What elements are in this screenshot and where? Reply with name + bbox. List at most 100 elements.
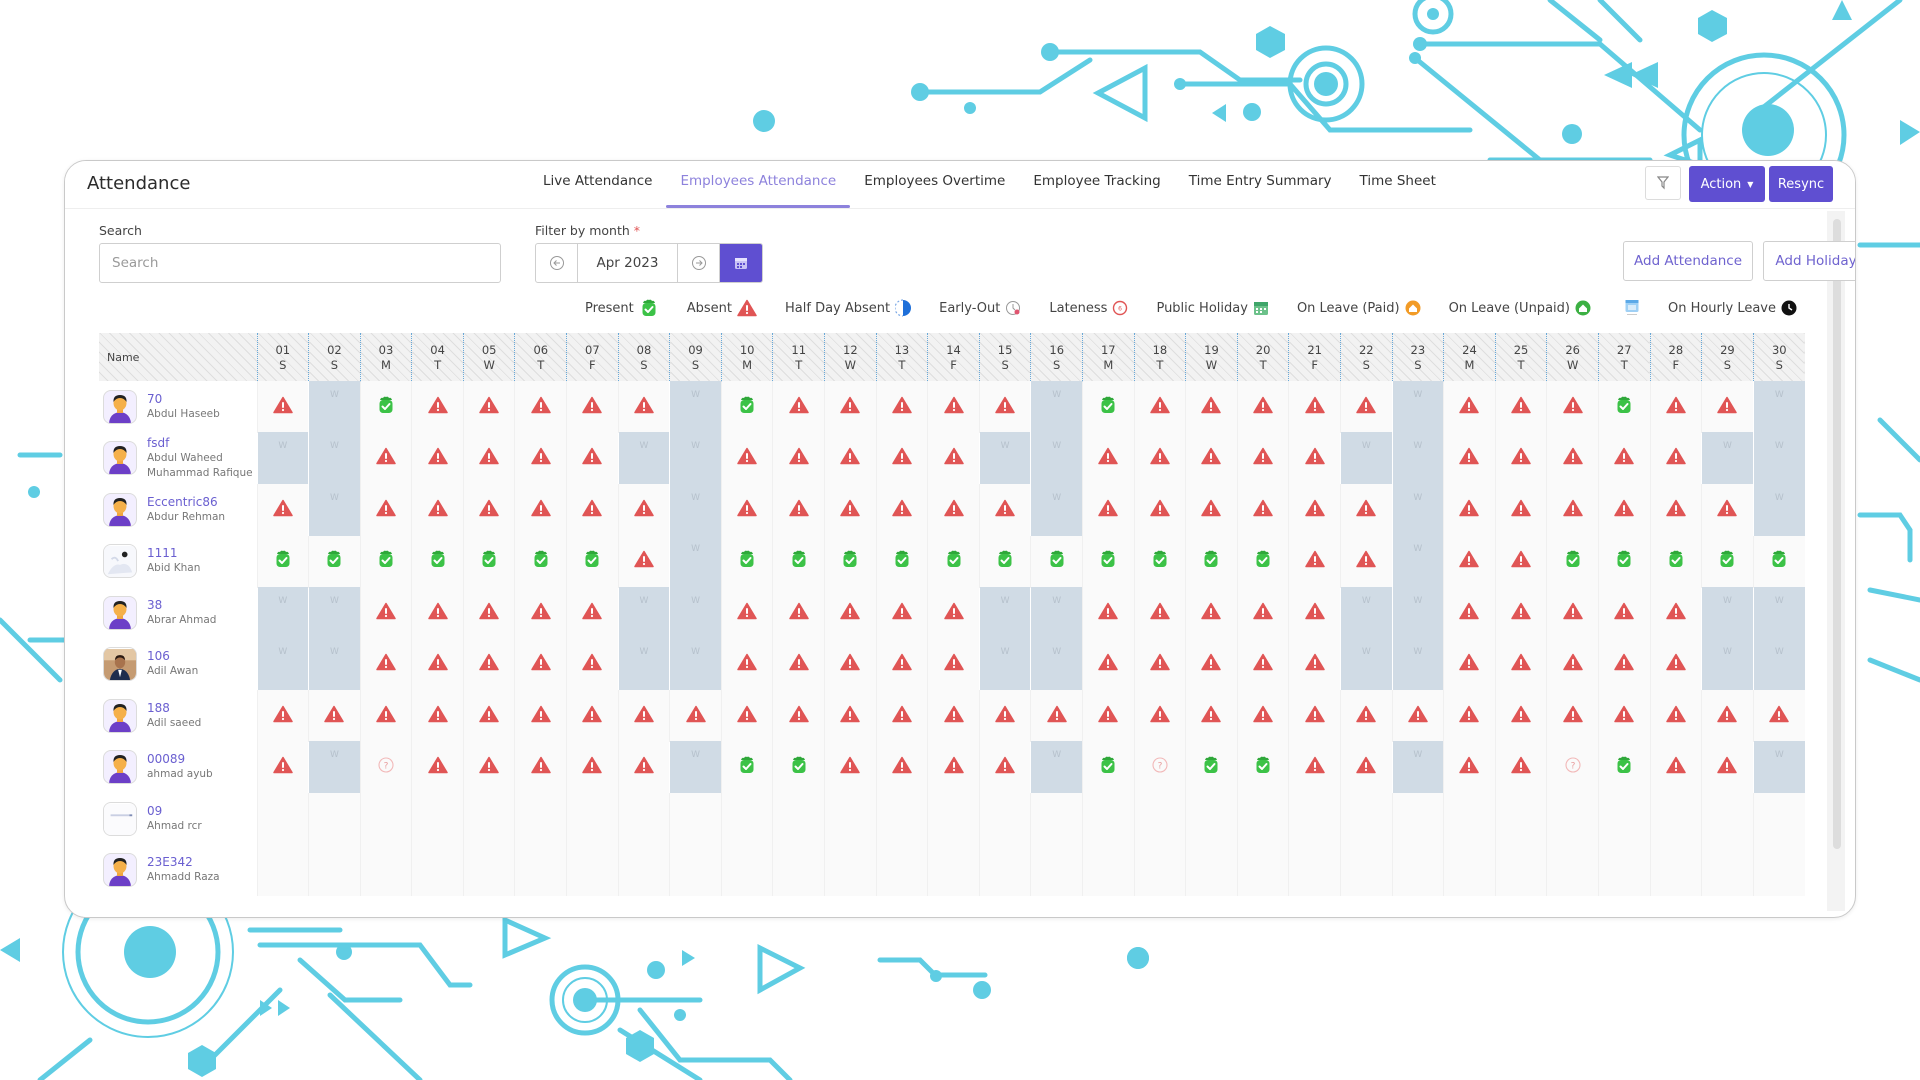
absent-cell[interactable] [1443,741,1496,793]
empty-cell[interactable] [978,793,1031,845]
absent-cell[interactable] [978,690,1031,742]
absent-cell[interactable] [514,741,567,793]
employee-id-link[interactable]: 70 [147,392,220,407]
absent-cell[interactable] [514,432,567,484]
absent-cell[interactable] [978,741,1031,793]
absent-cell[interactable] [1494,587,1547,639]
empty-cell[interactable] [1185,844,1238,896]
empty-cell[interactable] [1030,793,1083,845]
weekend-cell[interactable]: W [669,638,722,690]
present-cell[interactable] [1236,741,1289,793]
absent-cell[interactable] [1443,638,1496,690]
present-cell[interactable] [1133,535,1186,587]
empty-cell[interactable] [1391,844,1444,896]
empty-cell[interactable] [1494,793,1547,845]
empty-cell[interactable] [617,844,670,896]
absent-cell[interactable] [617,741,670,793]
empty-cell[interactable] [1649,844,1702,896]
absent-cell[interactable] [411,381,464,433]
absent-cell[interactable] [1443,535,1496,587]
avatar[interactable] [103,853,137,888]
avatar[interactable] [103,544,137,579]
absent-cell[interactable] [824,638,877,690]
present-cell[interactable] [256,535,309,587]
absent-cell[interactable] [514,587,567,639]
weekend-cell[interactable]: W [1391,638,1444,690]
empty-cell[interactable] [1494,844,1547,896]
employee-id-link[interactable]: 188 [147,701,201,716]
absent-cell[interactable] [720,638,773,690]
absent-cell[interactable] [1649,484,1702,536]
weekend-cell[interactable]: W [617,586,670,639]
empty-cell[interactable] [1339,793,1393,845]
unknown-cell[interactable]: ? [1546,741,1599,793]
weekend-cell[interactable]: W [256,638,309,690]
add-holiday-button[interactable]: Add Holiday [1763,241,1855,281]
avatar[interactable] [103,698,137,733]
absent-cell[interactable] [1701,381,1754,433]
absent-cell[interactable] [720,690,773,742]
employee-id-link[interactable]: 00089 [147,752,213,767]
weekend-cell[interactable]: W [1391,741,1444,793]
scrollbar-thumb[interactable] [1833,219,1841,849]
absent-cell[interactable] [772,484,825,536]
add-attendance-button[interactable]: Add Attendance [1623,241,1753,281]
absent-cell[interactable] [1546,432,1599,484]
empty-cell[interactable] [927,793,980,845]
absent-cell[interactable] [1597,638,1651,690]
empty-cell[interactable] [1443,793,1496,845]
search-input[interactable] [99,243,501,283]
absent-cell[interactable] [824,381,877,433]
weekend-cell[interactable]: W [1391,483,1444,536]
empty-cell[interactable] [256,844,309,896]
absent-cell[interactable] [875,741,928,793]
weekend-cell[interactable]: W [1752,638,1805,690]
employee-id-link[interactable]: 09 [147,804,202,819]
absent-cell[interactable] [256,741,309,793]
absent-cell[interactable] [824,587,877,639]
tab-live-attendance[interactable]: Live Attendance [529,161,666,209]
absent-cell[interactable] [617,381,670,433]
absent-cell[interactable] [927,381,980,433]
empty-cell[interactable] [927,844,980,896]
avatar[interactable] [103,389,137,424]
weekend-cell[interactable]: W [1030,432,1083,484]
empty-cell[interactable] [462,793,515,845]
absent-cell[interactable] [359,484,412,536]
weekend-cell[interactable]: W [669,380,722,433]
absent-cell[interactable] [1185,484,1238,536]
absent-cell[interactable] [1597,432,1651,484]
absent-cell[interactable] [256,484,309,536]
weekend-cell[interactable]: W [669,483,722,536]
tab-employee-tracking[interactable]: Employee Tracking [1019,161,1174,209]
empty-cell[interactable] [824,844,877,896]
absent-cell[interactable] [720,484,773,536]
weekend-cell[interactable]: W [1339,432,1393,484]
absent-cell[interactable] [1752,690,1805,742]
absent-cell[interactable] [1701,741,1754,793]
absent-cell[interactable] [1185,587,1238,639]
empty-cell[interactable] [875,793,928,845]
absent-cell[interactable] [1082,484,1135,536]
absent-cell[interactable] [772,690,825,742]
absent-cell[interactable] [462,484,515,536]
empty-cell[interactable] [1133,793,1186,845]
absent-cell[interactable] [720,587,773,639]
tab-employees-overtime[interactable]: Employees Overtime [850,161,1019,209]
weekend-cell[interactable]: W [617,432,670,484]
empty-cell[interactable] [1701,844,1754,896]
calendar-button[interactable] [720,244,762,282]
present-cell[interactable] [1546,535,1599,587]
weekend-cell[interactable]: W [308,741,361,793]
absent-cell[interactable] [1339,690,1393,742]
tab-time-entry-summary[interactable]: Time Entry Summary [1175,161,1346,209]
present-cell[interactable] [1236,535,1289,587]
weekend-cell[interactable]: W [1391,586,1444,639]
empty-cell[interactable] [617,793,670,845]
absent-cell[interactable] [1649,638,1702,690]
empty-cell[interactable] [514,793,567,845]
resync-button[interactable]: Resync [1769,166,1833,202]
present-cell[interactable] [1082,535,1135,587]
absent-cell[interactable] [1649,690,1702,742]
empty-cell[interactable] [1133,844,1186,896]
